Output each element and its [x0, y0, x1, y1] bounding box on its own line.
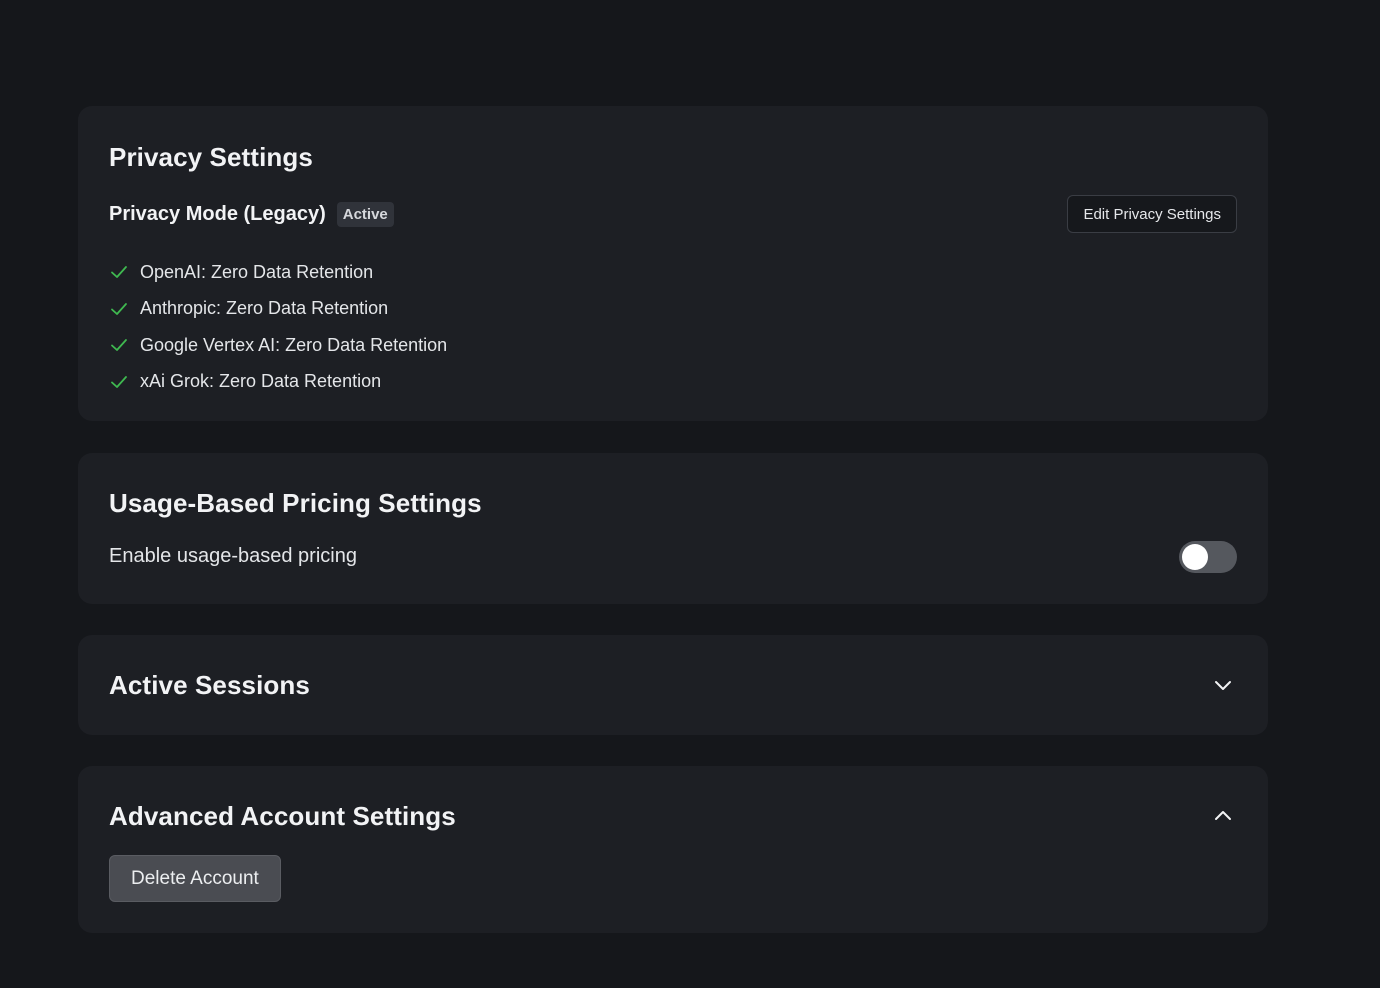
chevron-up-icon[interactable] [1210, 803, 1236, 829]
provider-label: Google Vertex AI: Zero Data Retention [140, 334, 448, 355]
check-icon [109, 335, 129, 355]
usage-pricing-title: Usage-Based Pricing Settings [109, 488, 482, 518]
privacy-settings-card: Privacy Settings Privacy Mode (Legacy) A… [78, 106, 1268, 421]
status-badge: Active [336, 202, 394, 227]
active-sessions-card[interactable]: Active Sessions [78, 635, 1268, 735]
list-item: xAi Grok: Zero Data Retention [109, 364, 447, 401]
edit-privacy-settings-button[interactable]: Edit Privacy Settings [1067, 195, 1237, 233]
list-item: Google Vertex AI: Zero Data Retention [109, 327, 447, 364]
provider-retention-list: OpenAI: Zero Data Retention Anthropic: Z… [109, 254, 447, 400]
active-sessions-title: Active Sessions [109, 670, 310, 700]
privacy-mode-row: Privacy Mode (Legacy) Active [109, 202, 394, 227]
usage-pricing-label: Enable usage-based pricing [109, 545, 357, 567]
usage-pricing-card: Usage-Based Pricing Settings Enable usag… [78, 453, 1268, 604]
provider-label: Anthropic: Zero Data Retention [140, 298, 389, 319]
list-item: OpenAI: Zero Data Retention [109, 254, 447, 291]
delete-account-button[interactable]: Delete Account [109, 855, 281, 902]
privacy-mode-label: Privacy Mode (Legacy) [109, 203, 326, 225]
check-icon [109, 299, 129, 319]
privacy-settings-title: Privacy Settings [109, 142, 313, 172]
check-icon [109, 372, 129, 392]
usage-pricing-toggle[interactable] [1179, 541, 1237, 573]
chevron-down-icon[interactable] [1210, 672, 1236, 698]
settings-page: Privacy Settings Privacy Mode (Legacy) A… [0, 0, 1380, 988]
provider-label: OpenAI: Zero Data Retention [140, 261, 374, 282]
provider-label: xAi Grok: Zero Data Retention [140, 371, 382, 392]
check-icon [109, 262, 129, 282]
advanced-account-settings-title: Advanced Account Settings [109, 801, 456, 831]
list-item: Anthropic: Zero Data Retention [109, 291, 447, 328]
toggle-knob [1182, 544, 1208, 570]
advanced-account-settings-card: Advanced Account Settings Delete Account [78, 766, 1268, 933]
